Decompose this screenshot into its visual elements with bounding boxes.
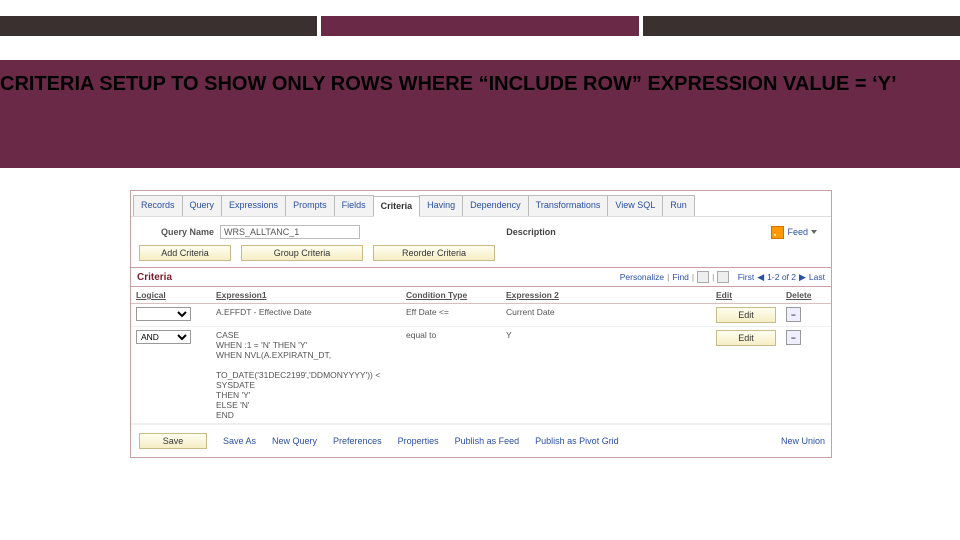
preferences-link[interactable]: Preferences bbox=[333, 436, 382, 446]
grid-counter: 1-2 of 2 bbox=[767, 272, 796, 282]
slide-title: CRITERIA SETUP TO SHOW ONLY ROWS WHERE “… bbox=[0, 73, 960, 168]
slide-top-decoration bbox=[0, 16, 960, 36]
col-delete[interactable]: Delete bbox=[781, 287, 831, 304]
find-link[interactable]: Find bbox=[672, 272, 689, 282]
tab-prompts[interactable]: Prompts bbox=[285, 195, 335, 216]
delete-row-button[interactable]: − bbox=[786, 307, 801, 322]
criteria-row: A.EFFDT - Effective Date Eff Date <= Cur… bbox=[131, 304, 831, 327]
tab-criteria[interactable]: Criteria bbox=[373, 196, 421, 217]
feed-link[interactable]: Feed bbox=[771, 226, 817, 239]
query-name-row: Query Name WRS_ALLTANC_1 Description Fee… bbox=[131, 217, 831, 243]
delete-row-button[interactable]: − bbox=[786, 330, 801, 345]
group-criteria-button[interactable]: Group Criteria bbox=[241, 245, 363, 261]
criteria-button-row: Add Criteria Group Criteria Reorder Crit… bbox=[131, 243, 831, 267]
publish-pivot-link[interactable]: Publish as Pivot Grid bbox=[535, 436, 619, 446]
next-icon[interactable]: ▶ bbox=[799, 272, 806, 283]
save-button[interactable]: Save bbox=[139, 433, 207, 449]
tab-fields[interactable]: Fields bbox=[334, 195, 374, 216]
save-as-link[interactable]: Save As bbox=[223, 436, 256, 446]
grid-toolbar: Personalize | Find | | First ◀ 1-2 of 2 … bbox=[620, 271, 825, 283]
tab-expressions[interactable]: Expressions bbox=[221, 195, 286, 216]
download-icon[interactable] bbox=[717, 271, 729, 283]
tab-bar: Records Query Expressions Prompts Fields… bbox=[131, 191, 831, 217]
expr2-cell: Current Date bbox=[501, 304, 711, 327]
reorder-criteria-button[interactable]: Reorder Criteria bbox=[373, 245, 495, 261]
add-criteria-button[interactable]: Add Criteria bbox=[139, 245, 231, 261]
zoom-icon[interactable] bbox=[697, 271, 709, 283]
deco-bar bbox=[643, 16, 960, 36]
new-query-link[interactable]: New Query bbox=[272, 436, 317, 446]
personalize-link[interactable]: Personalize bbox=[620, 272, 664, 282]
feed-label: Feed bbox=[787, 227, 808, 237]
criteria-grid: Logical Expression1 Condition Type Expre… bbox=[131, 287, 831, 424]
expr1-cell: A.EFFDT - Effective Date bbox=[211, 304, 401, 327]
edit-button[interactable]: Edit bbox=[716, 307, 776, 323]
col-expression1[interactable]: Expression1 bbox=[211, 287, 401, 304]
criteria-section-title: Criteria bbox=[137, 272, 172, 283]
col-expression2[interactable]: Expression 2 bbox=[501, 287, 711, 304]
tab-dependency[interactable]: Dependency bbox=[462, 195, 529, 216]
deco-bar bbox=[321, 16, 638, 36]
criteria-row: AND CASE WHEN :1 = 'N' THEN 'Y' WHEN NVL… bbox=[131, 327, 831, 424]
tab-records[interactable]: Records bbox=[133, 195, 183, 216]
criteria-section-header: Criteria Personalize | Find | | First ◀ … bbox=[131, 267, 831, 287]
logical-select[interactable] bbox=[136, 307, 191, 321]
query-name-label: Query Name bbox=[161, 227, 214, 237]
logical-select[interactable]: AND bbox=[136, 330, 191, 344]
prev-icon[interactable]: ◀ bbox=[757, 272, 764, 283]
publish-feed-link[interactable]: Publish as Feed bbox=[455, 436, 520, 446]
col-edit[interactable]: Edit bbox=[711, 287, 781, 304]
first-link[interactable]: First bbox=[738, 272, 755, 282]
screenshot-panel: Records Query Expressions Prompts Fields… bbox=[130, 190, 832, 458]
query-name-value: WRS_ALLTANC_1 bbox=[220, 225, 360, 239]
tab-query[interactable]: Query bbox=[182, 195, 223, 216]
last-link[interactable]: Last bbox=[809, 272, 825, 282]
properties-link[interactable]: Properties bbox=[398, 436, 439, 446]
rss-icon bbox=[771, 226, 784, 239]
deco-bar bbox=[0, 16, 317, 36]
tab-having[interactable]: Having bbox=[419, 195, 463, 216]
edit-button[interactable]: Edit bbox=[716, 330, 776, 346]
tab-view-sql[interactable]: View SQL bbox=[607, 195, 663, 216]
chevron-down-icon bbox=[811, 230, 817, 234]
tab-run[interactable]: Run bbox=[662, 195, 695, 216]
description-label: Description bbox=[506, 227, 556, 237]
col-logical[interactable]: Logical bbox=[131, 287, 211, 304]
cond-cell: Eff Date <= bbox=[401, 304, 501, 327]
tab-transformations[interactable]: Transformations bbox=[528, 195, 609, 216]
expr1-cell: CASE WHEN :1 = 'N' THEN 'Y' WHEN NVL(A.E… bbox=[211, 327, 401, 424]
new-union-link[interactable]: New Union bbox=[781, 436, 825, 446]
expr2-cell: Y bbox=[501, 327, 711, 424]
cond-cell: equal to bbox=[401, 327, 501, 424]
footer-actions: Save Save As New Query Preferences Prope… bbox=[131, 424, 831, 457]
col-condition[interactable]: Condition Type bbox=[401, 287, 501, 304]
